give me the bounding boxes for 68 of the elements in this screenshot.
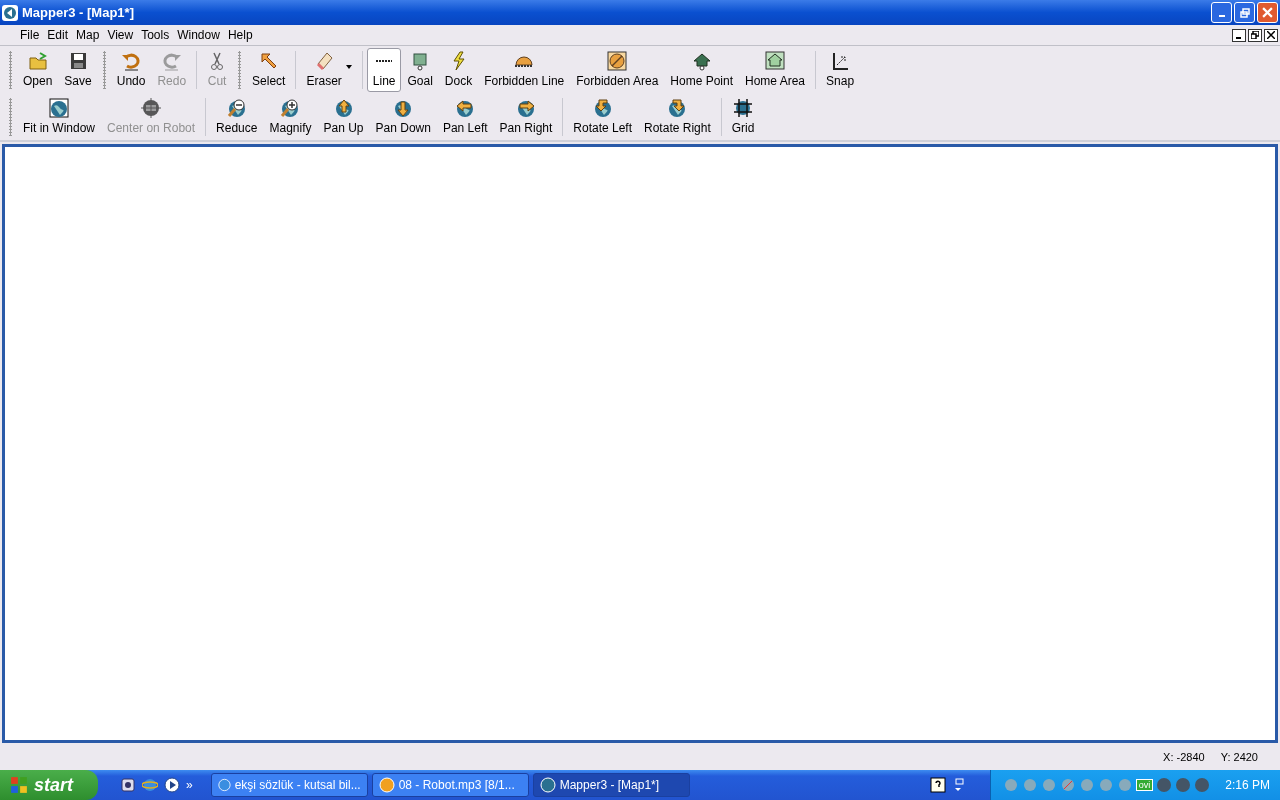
toolbar-button[interactable]: Rotate Left <box>567 94 639 139</box>
toolbar-button[interactable]: Eraser <box>300 47 348 92</box>
toolbar-button[interactable]: Undo <box>110 47 152 92</box>
toolbar-button[interactable]: Pan Left <box>436 94 494 139</box>
restore-icon <box>1251 31 1259 39</box>
taskbar-button[interactable]: 08 - Robot.mp3 [8/1... <box>371 773 529 797</box>
toolbar-button[interactable]: Pan Down <box>369 94 437 139</box>
toolbar-button[interactable]: Home Area <box>739 47 812 92</box>
globe-rotate-right-icon <box>667 98 688 118</box>
toolbar-button[interactable]: Save <box>58 47 98 92</box>
close-button[interactable] <box>1264 28 1278 42</box>
menu-item[interactable]: File <box>16 28 44 42</box>
house-icon <box>691 51 712 71</box>
dashed-line-icon <box>376 59 393 63</box>
folder-icon <box>27 51 48 71</box>
eraser-icon <box>314 51 335 71</box>
toolbar-button[interactable]: Forbidden Line <box>478 47 571 92</box>
globe-rotate-left-icon <box>592 98 613 118</box>
y-coordinate: Y: 2420 <box>1220 750 1258 763</box>
taskbar-button[interactable]: Mapper3 - [Map1*] <box>532 773 690 797</box>
close-icon <box>1267 31 1275 39</box>
toolbar-button[interactable]: Select <box>246 47 292 92</box>
toolbar-button[interactable]: Goal <box>401 47 439 92</box>
toolbar-button[interactable]: Pan Right <box>493 94 559 139</box>
clock: 2:16 PM <box>1225 778 1270 792</box>
windows-logo-icon <box>10 776 28 794</box>
menu-item[interactable]: View <box>103 28 138 42</box>
toolbar-button[interactable]: Line <box>366 47 402 92</box>
redo-icon <box>161 51 182 71</box>
play-icon[interactable] <box>164 777 180 793</box>
toolbar-button[interactable]: Pan Up <box>317 94 370 139</box>
robot-crosshair-icon <box>141 98 162 118</box>
house-frame-icon <box>765 51 786 71</box>
no-entry-circle-icon <box>607 51 628 71</box>
toolbar-button[interactable]: Grid <box>725 94 761 139</box>
globe-frame-icon <box>49 98 69 118</box>
menu-item[interactable]: Window <box>173 28 224 42</box>
help-icon[interactable] <box>929 777 946 793</box>
zoom-out-icon <box>226 98 247 118</box>
menu-item[interactable]: Help <box>223 28 257 42</box>
arrow-cursor-icon <box>258 51 279 71</box>
menu-item[interactable]: Edit <box>43 28 73 42</box>
toolbar-button[interactable]: Open <box>17 47 59 92</box>
grid-globe-icon <box>733 98 754 118</box>
x-coordinate: X: -2840 <box>1163 750 1205 763</box>
restore-icon <box>1239 7 1250 18</box>
undo-icon <box>121 51 142 71</box>
axes-snap-icon <box>830 51 851 71</box>
close-icon <box>1262 7 1273 18</box>
restore-button[interactable] <box>1248 28 1262 42</box>
toolbar-button[interactable]: Dock <box>438 47 479 92</box>
toolbar-button[interactable]: Magnify <box>263 94 318 139</box>
settings-icon[interactable] <box>120 777 136 793</box>
zoom-in-icon <box>280 98 301 118</box>
toolbar-button[interactable]: Forbidden Area <box>570 47 665 92</box>
taskbar-button[interactable]: ekşi sözlük - kutsal bil... <box>210 773 368 797</box>
menu-item[interactable]: Tools <box>137 28 174 42</box>
toolbar-button[interactable]: Reduce <box>210 94 264 139</box>
menu-item[interactable]: Map <box>72 28 104 42</box>
toolbar-button[interactable]: Snap <box>820 47 861 92</box>
caret-icon[interactable] <box>345 64 352 69</box>
more-button[interactable]: » <box>186 778 193 792</box>
toolbar-button[interactable]: Home Point <box>664 47 739 92</box>
toolbar-button[interactable]: Fit in Window <box>17 94 102 139</box>
minimize-button[interactable] <box>1232 28 1246 42</box>
window-title: Mapper3 - [Map1*] <box>22 5 135 20</box>
minimize-icon <box>1218 15 1225 17</box>
toolbar-button[interactable]: Rotate Right <box>638 94 717 139</box>
